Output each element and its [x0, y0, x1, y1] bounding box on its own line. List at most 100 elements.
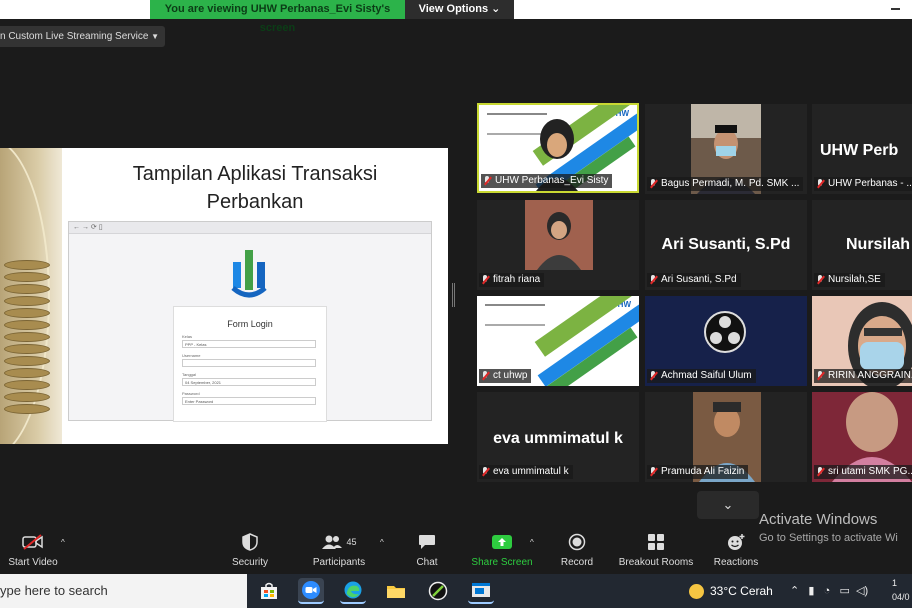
- chat-label: Chat: [416, 557, 438, 568]
- participant-name: Pramuda Ali Faizin: [647, 465, 749, 479]
- participant-initials: eva ummimatul k: [493, 430, 623, 447]
- split-handle[interactable]: [452, 283, 455, 307]
- participants-button[interactable]: 45 Participants: [306, 530, 372, 574]
- form-title: Form Login: [227, 319, 273, 329]
- zoom-meeting-window: You are viewing UHW Perbanas_Evi Sisty's…: [0, 0, 912, 608]
- browser-address-bar: ← → ⟳ ▯: [69, 222, 431, 234]
- participant-tile[interactable]: Pramuda Ali Faizin: [645, 392, 807, 482]
- mic-muted-icon: [649, 467, 658, 477]
- minimize-icon[interactable]: [891, 8, 900, 10]
- field-input: Enter Password: [182, 397, 316, 405]
- participant-name: eva ummimatul k: [479, 465, 573, 479]
- gallery-next-page-button[interactable]: ⌄: [697, 491, 759, 519]
- participant-name: Bagus Permadi, M. Pd. SMK ...: [647, 177, 804, 191]
- mic-icon[interactable]: ▮: [808, 585, 814, 597]
- participant-initials: Nursilah: [846, 236, 911, 253]
- field-label: Kelas: [182, 334, 193, 339]
- mic-muted-icon: [649, 371, 658, 381]
- mic-muted-icon: [816, 179, 825, 189]
- taskbar-clock[interactable]: 1 04/0: [892, 576, 910, 604]
- taskbar-search-box[interactable]: ype here to search: [0, 574, 247, 608]
- field-label: Username: [182, 353, 201, 358]
- top-bar: You are viewing UHW Perbanas_Evi Sisty's…: [0, 0, 912, 34]
- shield-icon: [226, 530, 274, 554]
- share-screen-button[interactable]: Share Screen: [470, 530, 534, 574]
- slide-title: Tampilan Aplikasi Transaksi Perbankan: [70, 160, 440, 216]
- participant-name: UHW Perbanas - ...: [814, 177, 912, 191]
- chevron-down-icon: ⌄: [722, 497, 734, 512]
- activate-windows-watermark: Activate Windows: [759, 511, 878, 528]
- participant-tile[interactable]: Bagus Permadi, M. Pd. SMK ...: [645, 104, 807, 194]
- participant-tile[interactable]: Nursilah Nursilah,SE: [812, 200, 912, 290]
- network-icon[interactable]: ◔: [824, 585, 831, 597]
- participant-tile[interactable]: UHW ct uhwp: [477, 296, 639, 386]
- weather-widget[interactable]: 33°C Cerah: [689, 574, 773, 608]
- participants-icon: 45: [306, 530, 372, 554]
- participant-tile[interactable]: UHW Perb UHW Perbanas - ...: [812, 104, 912, 194]
- video-options-caret-icon[interactable]: ^: [61, 538, 65, 547]
- participants-label: Participants: [312, 557, 366, 568]
- shared-screen-slide: Tampilan Aplikasi Transaksi Perbankan ← …: [0, 148, 448, 444]
- zoom-app-icon[interactable]: [298, 578, 324, 604]
- participant-initials: UHW Perb: [820, 142, 899, 159]
- breakout-rooms-button[interactable]: Breakout Rooms: [614, 530, 698, 574]
- participants-count: 45: [346, 537, 357, 547]
- smiley-plus-icon: [710, 530, 762, 554]
- participant-name: RIRIN ANGGRAIN...: [814, 369, 912, 383]
- video-off-icon: [4, 530, 62, 554]
- slide-title-line1: Tampilan Aplikasi Transaksi: [132, 163, 378, 185]
- participant-name: UHW Perbanas_Evi Sisty: [481, 174, 613, 188]
- mic-muted-icon: [483, 176, 492, 186]
- store-icon[interactable]: [256, 578, 282, 604]
- login-form: Form Login Kelas PPP - Kelas Username Ta…: [173, 306, 327, 422]
- window-app-icon[interactable]: [468, 578, 494, 604]
- weather-text: 33°C Cerah: [710, 584, 773, 598]
- participants-options-caret-icon[interactable]: ^: [380, 538, 384, 547]
- field-label: Tanggal: [182, 372, 197, 377]
- participant-tile[interactable]: eva ummimatul k eva ummimatul k: [477, 392, 639, 482]
- security-label: Security: [231, 557, 269, 568]
- tray-overflow-chevron-icon[interactable]: ⌃: [790, 585, 799, 597]
- start-video-button[interactable]: Start Video: [4, 530, 62, 574]
- clock-time: 1: [892, 578, 898, 588]
- volume-icon[interactable]: ◁): [856, 585, 868, 597]
- mic-muted-icon: [816, 275, 825, 285]
- view-options-button[interactable]: View Options ⌄: [405, 0, 514, 19]
- record-label: Record: [560, 557, 594, 568]
- participant-name: Nursilah,SE: [814, 273, 885, 287]
- breakout-grid-icon: [614, 530, 698, 554]
- chat-bubble-icon: [406, 530, 448, 554]
- app-icon[interactable]: [425, 578, 451, 604]
- live-streaming-label: n Custom Live Streaming Service: [0, 31, 149, 42]
- display-icon[interactable]: ▭: [839, 585, 849, 597]
- participant-tile[interactable]: UHW UHW Perbanas_Evi Sisty: [477, 103, 639, 193]
- participant-initials: Ari Susanti, S.Pd: [661, 236, 791, 253]
- weather-sun-icon: [689, 584, 704, 600]
- share-screen-label: Share Screen: [471, 557, 533, 568]
- chat-button[interactable]: Chat: [406, 530, 448, 574]
- windows-taskbar: ype here to search 33°C Cerah ⌃ ▮ ◔ ▭ ◁)…: [0, 574, 912, 608]
- share-options-caret-icon[interactable]: ^: [530, 538, 534, 547]
- system-tray: ⌃ ▮ ◔ ▭ ◁): [790, 574, 868, 608]
- file-explorer-icon[interactable]: [383, 578, 409, 604]
- mic-muted-icon: [481, 371, 490, 381]
- chevron-down-icon: ⌄: [491, 3, 501, 15]
- security-button[interactable]: Security: [226, 530, 274, 574]
- participant-tile[interactable]: Ari Susanti, S.Pd Ari Susanti, S.Pd: [645, 200, 807, 290]
- mic-muted-icon: [816, 371, 825, 381]
- reactions-button[interactable]: Reactions: [710, 530, 762, 574]
- browser-mockup: ← → ⟳ ▯ Form Login Kelas PPP - Kelas Use…: [68, 221, 432, 422]
- record-icon: [556, 530, 598, 554]
- live-streaming-button[interactable]: n Custom Live Streaming Service ▼: [0, 26, 165, 47]
- participant-tile[interactable]: sri utami SMK PG...: [812, 392, 912, 482]
- participant-tile[interactable]: Achmad Saiful Ulum: [645, 296, 807, 386]
- participant-tile[interactable]: RIRIN ANGGRAIN...: [812, 296, 912, 386]
- record-button[interactable]: Record: [556, 530, 598, 574]
- participant-tile[interactable]: fitrah riana: [477, 200, 639, 290]
- edge-browser-icon[interactable]: [340, 578, 366, 604]
- share-screen-icon: [470, 530, 534, 554]
- field-input: PPP - Kelas: [182, 340, 316, 348]
- participant-name: sri utami SMK PG...: [814, 465, 912, 479]
- field-input: 04 September, 2021: [182, 378, 316, 386]
- field-label: Password: [182, 391, 200, 396]
